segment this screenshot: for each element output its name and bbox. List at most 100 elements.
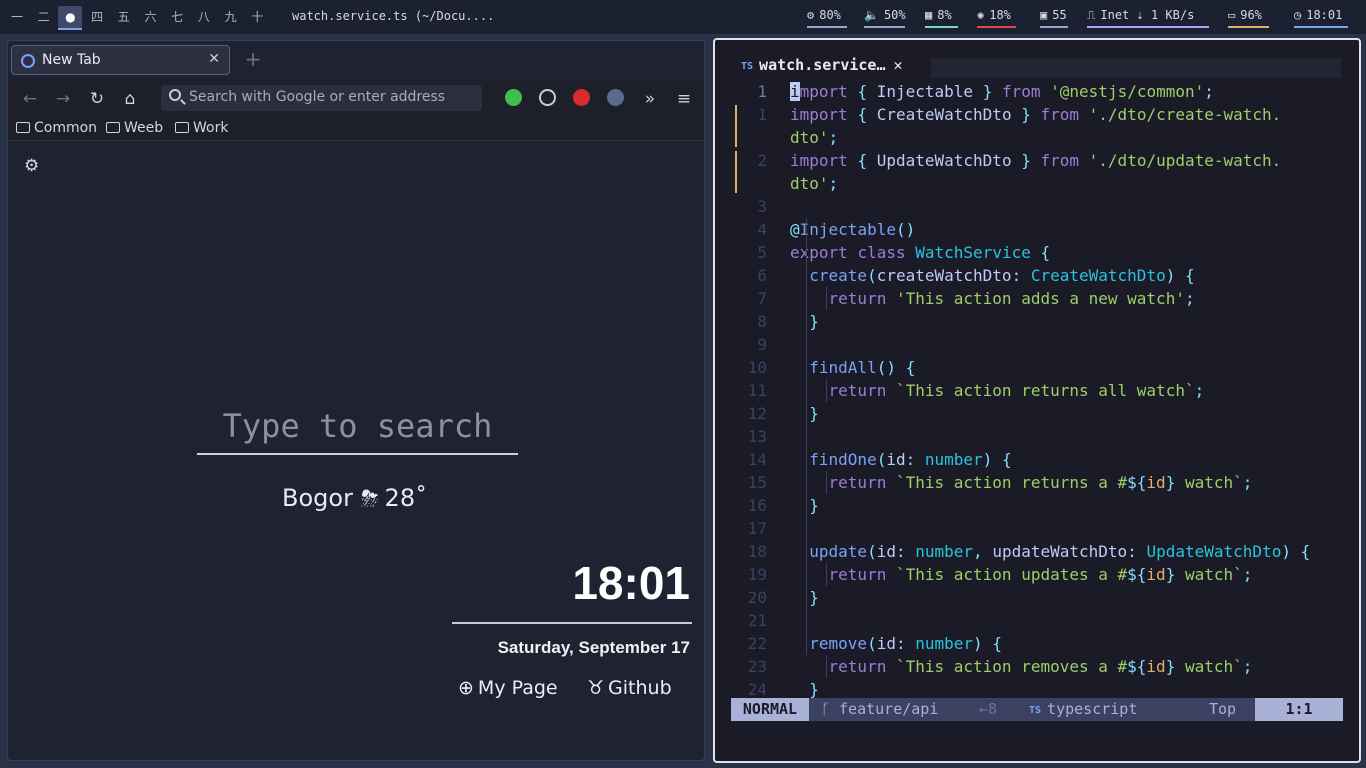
- stat-temperature: ✺ 18%: [977, 8, 1016, 28]
- code-line: 21: [731, 609, 1343, 632]
- workspace-button[interactable]: ●: [58, 6, 83, 30]
- workspace-button[interactable]: 四: [85, 6, 109, 28]
- address-bar[interactable]: Search with Google or enter address: [161, 85, 482, 111]
- line-number: 12: [747, 404, 767, 423]
- git-branch: ᚴ feature/api: [821, 700, 939, 718]
- code-text: dto';: [790, 128, 839, 147]
- filetype: TS typescript: [1029, 700, 1138, 718]
- workspace-button[interactable]: 二: [32, 6, 56, 28]
- editor-tab-watch-service[interactable]: TS watch.service… ✕: [731, 56, 903, 80]
- bookmark-folder-weeb[interactable]: Weeb: [106, 120, 163, 136]
- code-line: 5 export class WatchService {: [731, 241, 1343, 264]
- clock-icon: ◷: [1294, 8, 1302, 22]
- code-text: export class WatchService {: [790, 243, 1051, 262]
- my-page-link[interactable]: ⊕ My Page: [458, 677, 558, 699]
- code-line: 18 update(id: number, updateWatchDto: Up…: [731, 540, 1343, 563]
- code-line: 8 }: [731, 310, 1343, 333]
- code-text: }: [809, 312, 819, 331]
- more-extensions-icon[interactable]: »: [639, 88, 661, 110]
- forward-button[interactable]: →: [52, 88, 74, 110]
- code-line: 20 }: [731, 586, 1343, 609]
- browser-window: New Tab ✕ + ← → ↻ ⌂ Search with Google o…: [7, 40, 705, 761]
- bookmarks-toolbar: Common Weeb Work: [8, 119, 704, 141]
- code-text: remove(id: number) {: [809, 634, 1002, 653]
- workspace-button[interactable]: 一: [5, 6, 29, 28]
- home-button[interactable]: ⌂: [119, 88, 141, 110]
- reload-button[interactable]: ↻: [86, 88, 108, 110]
- weather-widget: Bogor ⛈ 28˚: [282, 484, 427, 512]
- line-number: 14: [747, 450, 767, 469]
- code-text: import { CreateWatchDto } from './dto/cr…: [790, 105, 1282, 124]
- stat-clock: ◷ 18:01: [1294, 8, 1348, 28]
- git-change-marker: [735, 105, 737, 147]
- code-line: 16 }: [731, 494, 1343, 517]
- stat-value: 55: [1052, 8, 1067, 22]
- line-number: 18: [747, 542, 767, 561]
- code-line: 23 return `This action removes a #${id} …: [731, 655, 1343, 678]
- ublock-extension-icon[interactable]: [573, 89, 590, 106]
- bookmark-folder-work[interactable]: Work: [175, 120, 228, 136]
- stat-disk: ▣ 55: [1040, 8, 1068, 28]
- workspace-button[interactable]: 六: [139, 6, 163, 28]
- stat-value: Inet ⇣ 1 KB/s: [1100, 8, 1195, 22]
- code-text: return `This action updates a #${id} wat…: [828, 565, 1253, 584]
- github-link[interactable]: ♉ Github: [587, 677, 672, 699]
- thunderstorm-icon: ⛈: [360, 487, 379, 512]
- workspace-button[interactable]: 五: [112, 6, 136, 28]
- bookmark-folder-common[interactable]: Common: [16, 120, 97, 136]
- menu-icon[interactable]: ≡: [673, 88, 695, 110]
- cursor-extension-icon[interactable]: [607, 89, 624, 106]
- close-buffer-icon[interactable]: ✕: [893, 56, 902, 74]
- workspace-button[interactable]: 七: [165, 6, 189, 28]
- code-text: return 'This action adds a new watch';: [828, 289, 1195, 308]
- code-line: dto';: [731, 126, 1343, 149]
- stat-value: 8%: [937, 8, 952, 22]
- temperature-icon: ✺: [977, 8, 985, 22]
- code-text: return `This action removes a #${id} wat…: [828, 657, 1253, 676]
- code-line: 15 return `This action returns a #${id} …: [731, 471, 1343, 494]
- new-tab-button[interactable]: +: [242, 47, 264, 71]
- cpu-icon: ⚙: [807, 8, 815, 22]
- clock-divider: [452, 622, 692, 624]
- workspace-button[interactable]: 八: [192, 6, 216, 28]
- play-extension-icon[interactable]: [505, 89, 522, 106]
- gear-icon[interactable]: ⚙: [24, 156, 39, 176]
- code-line: 22 remove(id: number) {: [731, 632, 1343, 655]
- code-text: findOne(id: number) {: [809, 450, 1012, 469]
- git-branch-icon: ᚴ: [821, 700, 840, 718]
- code-line: 1 import { Injectable } from '@nestjs/com…: [731, 80, 1343, 103]
- line-number: 17: [747, 519, 767, 538]
- workspace-button[interactable]: 十: [245, 6, 269, 28]
- code-line: 3: [731, 195, 1343, 218]
- search-input[interactable]: [197, 406, 518, 446]
- line-number: 3: [757, 197, 767, 216]
- code-text: return `This action returns a #${id} wat…: [828, 473, 1253, 492]
- stat-underline: [1228, 26, 1269, 28]
- stat-value: 18:01: [1306, 8, 1343, 22]
- code-line: 7 return 'This action adds a new watch';: [731, 287, 1343, 310]
- folder-icon: [16, 122, 30, 133]
- globe-extension-icon[interactable]: [539, 89, 556, 106]
- stat-value: 50%: [883, 8, 906, 22]
- stat-cpu: ⚙ 80%: [807, 8, 847, 28]
- globe-icon: ⊕: [458, 677, 474, 699]
- statusline: NORMAL ᚴ feature/api ←8 TS typescript Top…: [731, 698, 1343, 721]
- code-buffer[interactable]: 1 import { Injectable } from '@nestjs/com…: [731, 80, 1343, 700]
- code-text: update(id: number, updateWatchDto: Updat…: [809, 542, 1311, 561]
- line-number: 19: [747, 565, 767, 584]
- folder-icon: [106, 122, 120, 133]
- tab-label: New Tab: [42, 52, 101, 68]
- code-text: @Injectable(): [790, 220, 916, 239]
- tab-new-tab[interactable]: New Tab ✕: [11, 45, 230, 75]
- active-window-title: watch.service.ts (~/Docu....: [292, 9, 495, 23]
- workspace-button[interactable]: 九: [219, 6, 243, 28]
- line-number: 11: [747, 381, 767, 400]
- back-button[interactable]: ←: [19, 88, 41, 110]
- line-number: 20: [747, 588, 767, 607]
- line-number: 4: [757, 220, 767, 239]
- system-top-bar: 一二 ● 四五六七八九十 watch.service.ts (~/Docu.... …: [0, 0, 1366, 34]
- close-tab-icon[interactable]: ✕: [208, 51, 220, 67]
- line-number: 5: [757, 243, 767, 262]
- stat-volume: 🔈 50%: [864, 8, 906, 28]
- scroll-position: Top: [1209, 700, 1237, 718]
